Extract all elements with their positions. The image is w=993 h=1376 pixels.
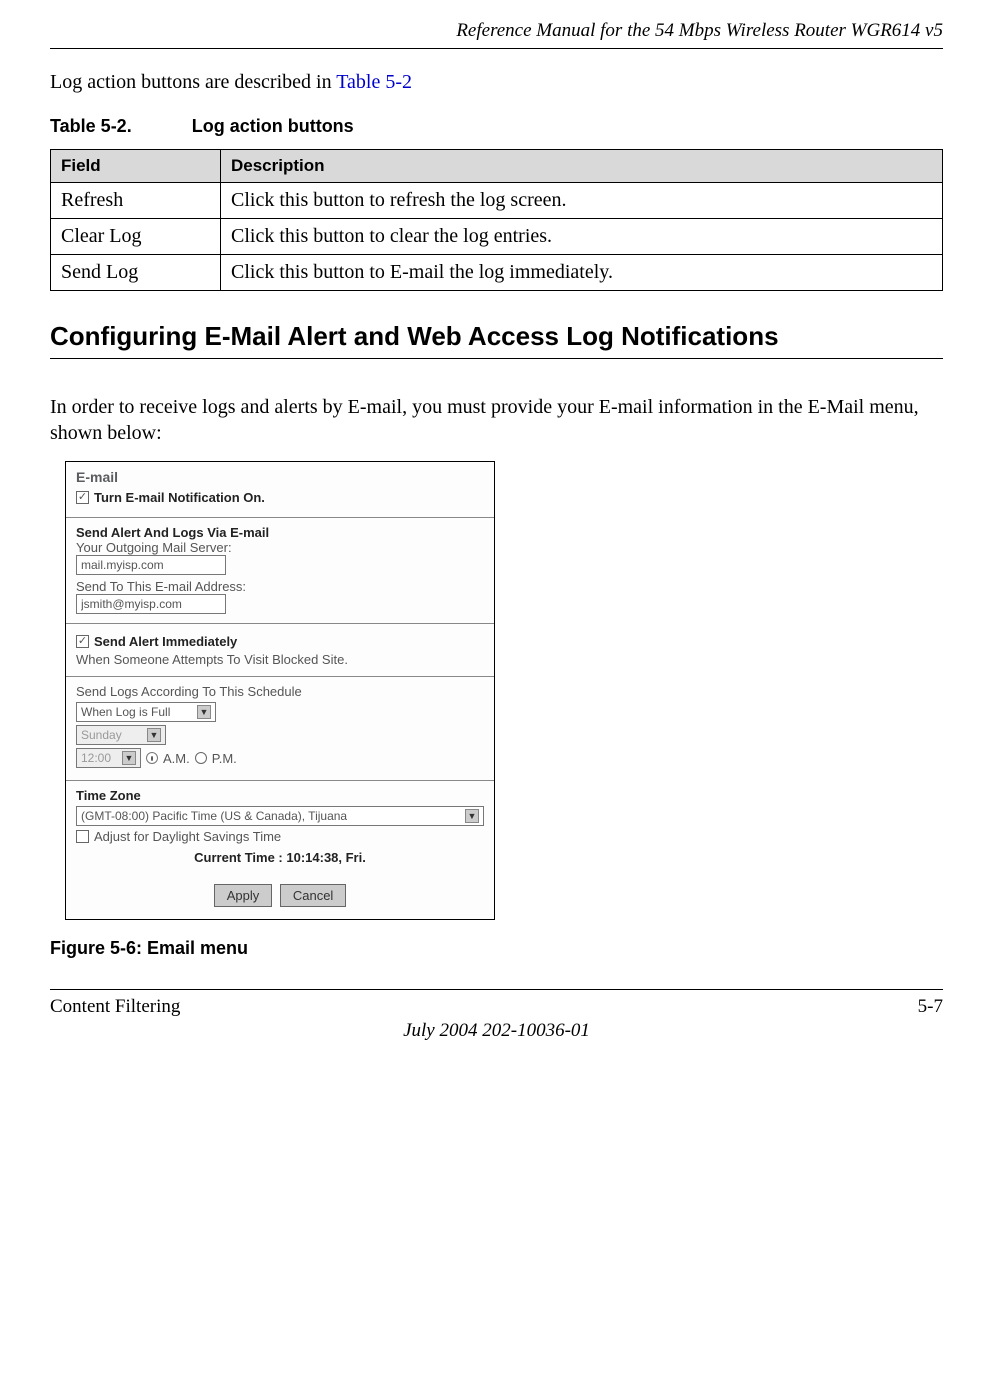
table-caption-num: Table 5-2.: [50, 116, 132, 136]
page-footer: Content Filtering 5-7: [50, 989, 943, 1018]
table-caption: Table 5-2. Log action buttons: [50, 116, 943, 137]
cell-field: Send Log: [51, 255, 221, 291]
alert-when-text: When Someone Attempts To Visit Blocked S…: [76, 652, 484, 667]
schedule-select[interactable]: When Log is Full ▼: [76, 702, 216, 722]
cell-desc: Click this button to refresh the log scr…: [221, 183, 943, 219]
table-row: Refresh Click this button to refresh the…: [51, 183, 943, 219]
figure-caption: Figure 5-6: Email menu: [50, 938, 943, 959]
time-select[interactable]: 12:00 ▼: [76, 748, 141, 768]
am-label: A.M.: [163, 751, 190, 766]
log-action-table: Field Description Refresh Click this but…: [50, 149, 943, 291]
table-row: Send Log Click this button to E-mail the…: [51, 255, 943, 291]
panel-title: E-mail: [76, 469, 484, 485]
chevron-down-icon: ▼: [197, 705, 211, 719]
dst-label: Adjust for Daylight Savings Time: [94, 829, 281, 844]
current-time: Current Time : 10:14:38, Fri.: [76, 850, 484, 865]
schedule-label: Send Logs According To This Schedule: [76, 684, 484, 699]
intro-text: Log action buttons are described in Tabl…: [50, 71, 943, 94]
email-panel: E-mail ✓ Turn E-mail Notification On. Se…: [65, 461, 495, 920]
footer-date: July 2004 202-10036-01: [50, 1020, 943, 1042]
tz-select-value: (GMT-08:00) Pacific Time (US & Canada), …: [81, 809, 347, 823]
cell-field: Refresh: [51, 183, 221, 219]
table-header-row: Field Description: [51, 150, 943, 183]
footer-right: 5-7: [918, 996, 943, 1018]
th-description: Description: [221, 150, 943, 183]
sendto-input[interactable]: [76, 594, 226, 614]
day-select-value: Sunday: [81, 728, 122, 742]
apply-button[interactable]: Apply: [214, 884, 273, 907]
dst-checkbox[interactable]: [76, 830, 89, 843]
am-radio[interactable]: [146, 752, 158, 764]
chevron-down-icon: ▼: [122, 751, 136, 765]
alert-immediate-checkbox[interactable]: ✓: [76, 635, 89, 648]
table-ref-link[interactable]: Table 5-2: [336, 71, 412, 93]
outgoing-label: Your Outgoing Mail Server:: [76, 540, 484, 555]
tz-select[interactable]: (GMT-08:00) Pacific Time (US & Canada), …: [76, 806, 484, 826]
outgoing-server-input[interactable]: [76, 555, 226, 575]
sendto-label: Send To This E-mail Address:: [76, 579, 484, 594]
send-section-title: Send Alert And Logs Via E-mail: [76, 525, 484, 540]
day-select[interactable]: Sunday ▼: [76, 725, 166, 745]
turn-on-checkbox[interactable]: ✓: [76, 491, 89, 504]
schedule-select-value: When Log is Full: [81, 705, 170, 719]
section-paragraph: In order to receive logs and alerts by E…: [50, 394, 943, 446]
footer-left: Content Filtering: [50, 996, 180, 1018]
chevron-down-icon: ▼: [465, 809, 479, 823]
turn-on-label: Turn E-mail Notification On.: [94, 490, 265, 505]
pm-radio[interactable]: [195, 752, 207, 764]
section-heading: Configuring E-Mail Alert and Web Access …: [50, 321, 943, 359]
cell-desc: Click this button to clear the log entri…: [221, 219, 943, 255]
doc-header: Reference Manual for the 54 Mbps Wireles…: [50, 20, 943, 49]
th-field: Field: [51, 150, 221, 183]
pm-label: P.M.: [212, 751, 237, 766]
alert-immediate-label: Send Alert Immediately: [94, 634, 237, 649]
cell-field: Clear Log: [51, 219, 221, 255]
tz-title: Time Zone: [76, 788, 484, 803]
cancel-button[interactable]: Cancel: [280, 884, 346, 907]
intro-prefix: Log action buttons are described in: [50, 71, 336, 93]
table-caption-title: Log action buttons: [192, 116, 354, 136]
table-row: Clear Log Click this button to clear the…: [51, 219, 943, 255]
chevron-down-icon: ▼: [147, 728, 161, 742]
button-bar: Apply Cancel: [66, 874, 494, 919]
time-select-value: 12:00: [81, 751, 111, 765]
cell-desc: Click this button to E-mail the log imme…: [221, 255, 943, 291]
